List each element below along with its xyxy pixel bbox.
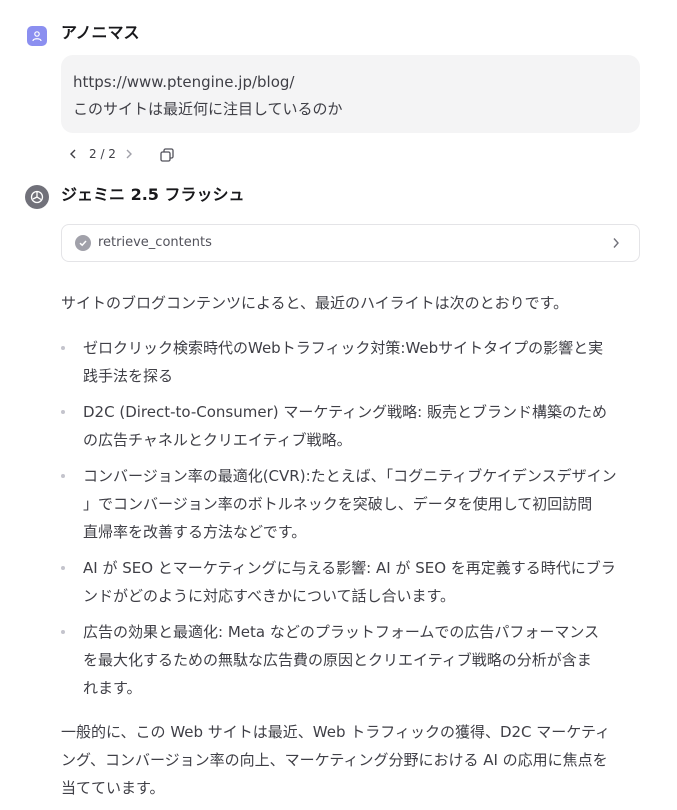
list-item: ゼロクリック検索時代のWebトラフィック対策:Webサイトタイプの影響と実 践手… — [61, 334, 640, 390]
user-message-bubble: https://www.ptengine.jp/blog/ このサイトは最近何に… — [61, 55, 640, 133]
chevron-right-icon — [609, 236, 623, 250]
bullet-icon — [61, 474, 65, 478]
chevron-left-icon — [70, 149, 76, 159]
bullet-icon — [61, 410, 65, 414]
check-circle-icon — [75, 235, 91, 251]
list-item-line: の広告チャネルとクリエイティブ戦略。 — [83, 431, 352, 449]
list-item-line: D2C (Direct-to-Consumer) マーケティング戦略: 販売とブ… — [83, 403, 607, 421]
version-counter: 2 / 2 — [89, 147, 116, 161]
user-message-url: https://www.ptengine.jp/blog/ — [73, 73, 295, 91]
response-intro: サイトのブログコンテンツによると、最近のハイライトは次のとおりです。 — [61, 294, 569, 312]
user-avatar — [27, 26, 47, 46]
list-item-line: 広告の効果と最適化: Meta などのプラットフォームでの広告パフォーマンス — [83, 623, 600, 641]
list-item-line: AI が SEO とマーケティングに与える影響: AI が SEO を再定義する… — [83, 559, 616, 577]
list-item-line: コンバージョン率の最適化(CVR):たとえば、「コグニティブケイデンスデザイン — [83, 467, 617, 485]
tool-call-label: retrieve_contents — [98, 235, 212, 250]
bullet-icon — [61, 630, 65, 634]
list-item: コンバージョン率の最適化(CVR):たとえば、「コグニティブケイデンスデザイン … — [61, 462, 640, 546]
bullet-icon — [61, 346, 65, 350]
response-summary-line: ング、コンバージョン率の向上、マーケティング分野における AI の応用に焦点を — [61, 751, 608, 769]
previous-version-button[interactable] — [65, 145, 81, 163]
list-item-line: 」でコンバージョン率のボトルネックを突破し、データを使用して初回訪問 — [83, 495, 593, 513]
copy-button[interactable] — [157, 145, 177, 165]
user-name: アノニマス — [61, 23, 140, 42]
list-item: AI が SEO とマーケティングに与える影響: AI が SEO を再定義する… — [61, 554, 640, 610]
tool-call-card[interactable]: retrieve_contents — [61, 224, 640, 262]
list-item-line: 直帰率を改善する方法などです。 — [83, 523, 307, 541]
chevron-right-icon — [126, 149, 132, 159]
list-item: D2C (Direct-to-Consumer) マーケティング戦略: 販売とブ… — [61, 398, 640, 454]
response-summary-line: 一般的に、この Web サイトは最近、Web トラフィックの獲得、D2C マーケ… — [61, 723, 611, 741]
model-avatar — [25, 185, 49, 209]
list-item-line: ゼロクリック検索時代のWebトラフィック対策:Webサイトタイプの影響と実 — [83, 339, 604, 357]
list-item-line: れます。 — [83, 679, 142, 697]
user-message-text: このサイトは最近何に注目しているのか — [73, 100, 343, 118]
openai-logo-icon — [30, 190, 44, 204]
next-version-button[interactable] — [121, 145, 137, 163]
list-item: 広告の効果と最適化: Meta などのプラットフォームでの広告パフォーマンス を… — [61, 618, 640, 702]
bullet-icon — [61, 566, 65, 570]
copy-icon — [160, 148, 174, 162]
list-item-line: を最大化するための無駄な広告費の原因とクリエイティブ戦略の分析が含ま — [83, 651, 592, 669]
user-icon — [32, 31, 42, 42]
list-item-line: 践手法を探る — [83, 367, 174, 385]
list-item-line: ンドがどのように対応すべきかについて話し合います。 — [83, 587, 456, 605]
response-summary-line: 当てています。 — [61, 779, 165, 797]
model-name: ジェミニ 2.5 フラッシュ — [61, 185, 245, 204]
